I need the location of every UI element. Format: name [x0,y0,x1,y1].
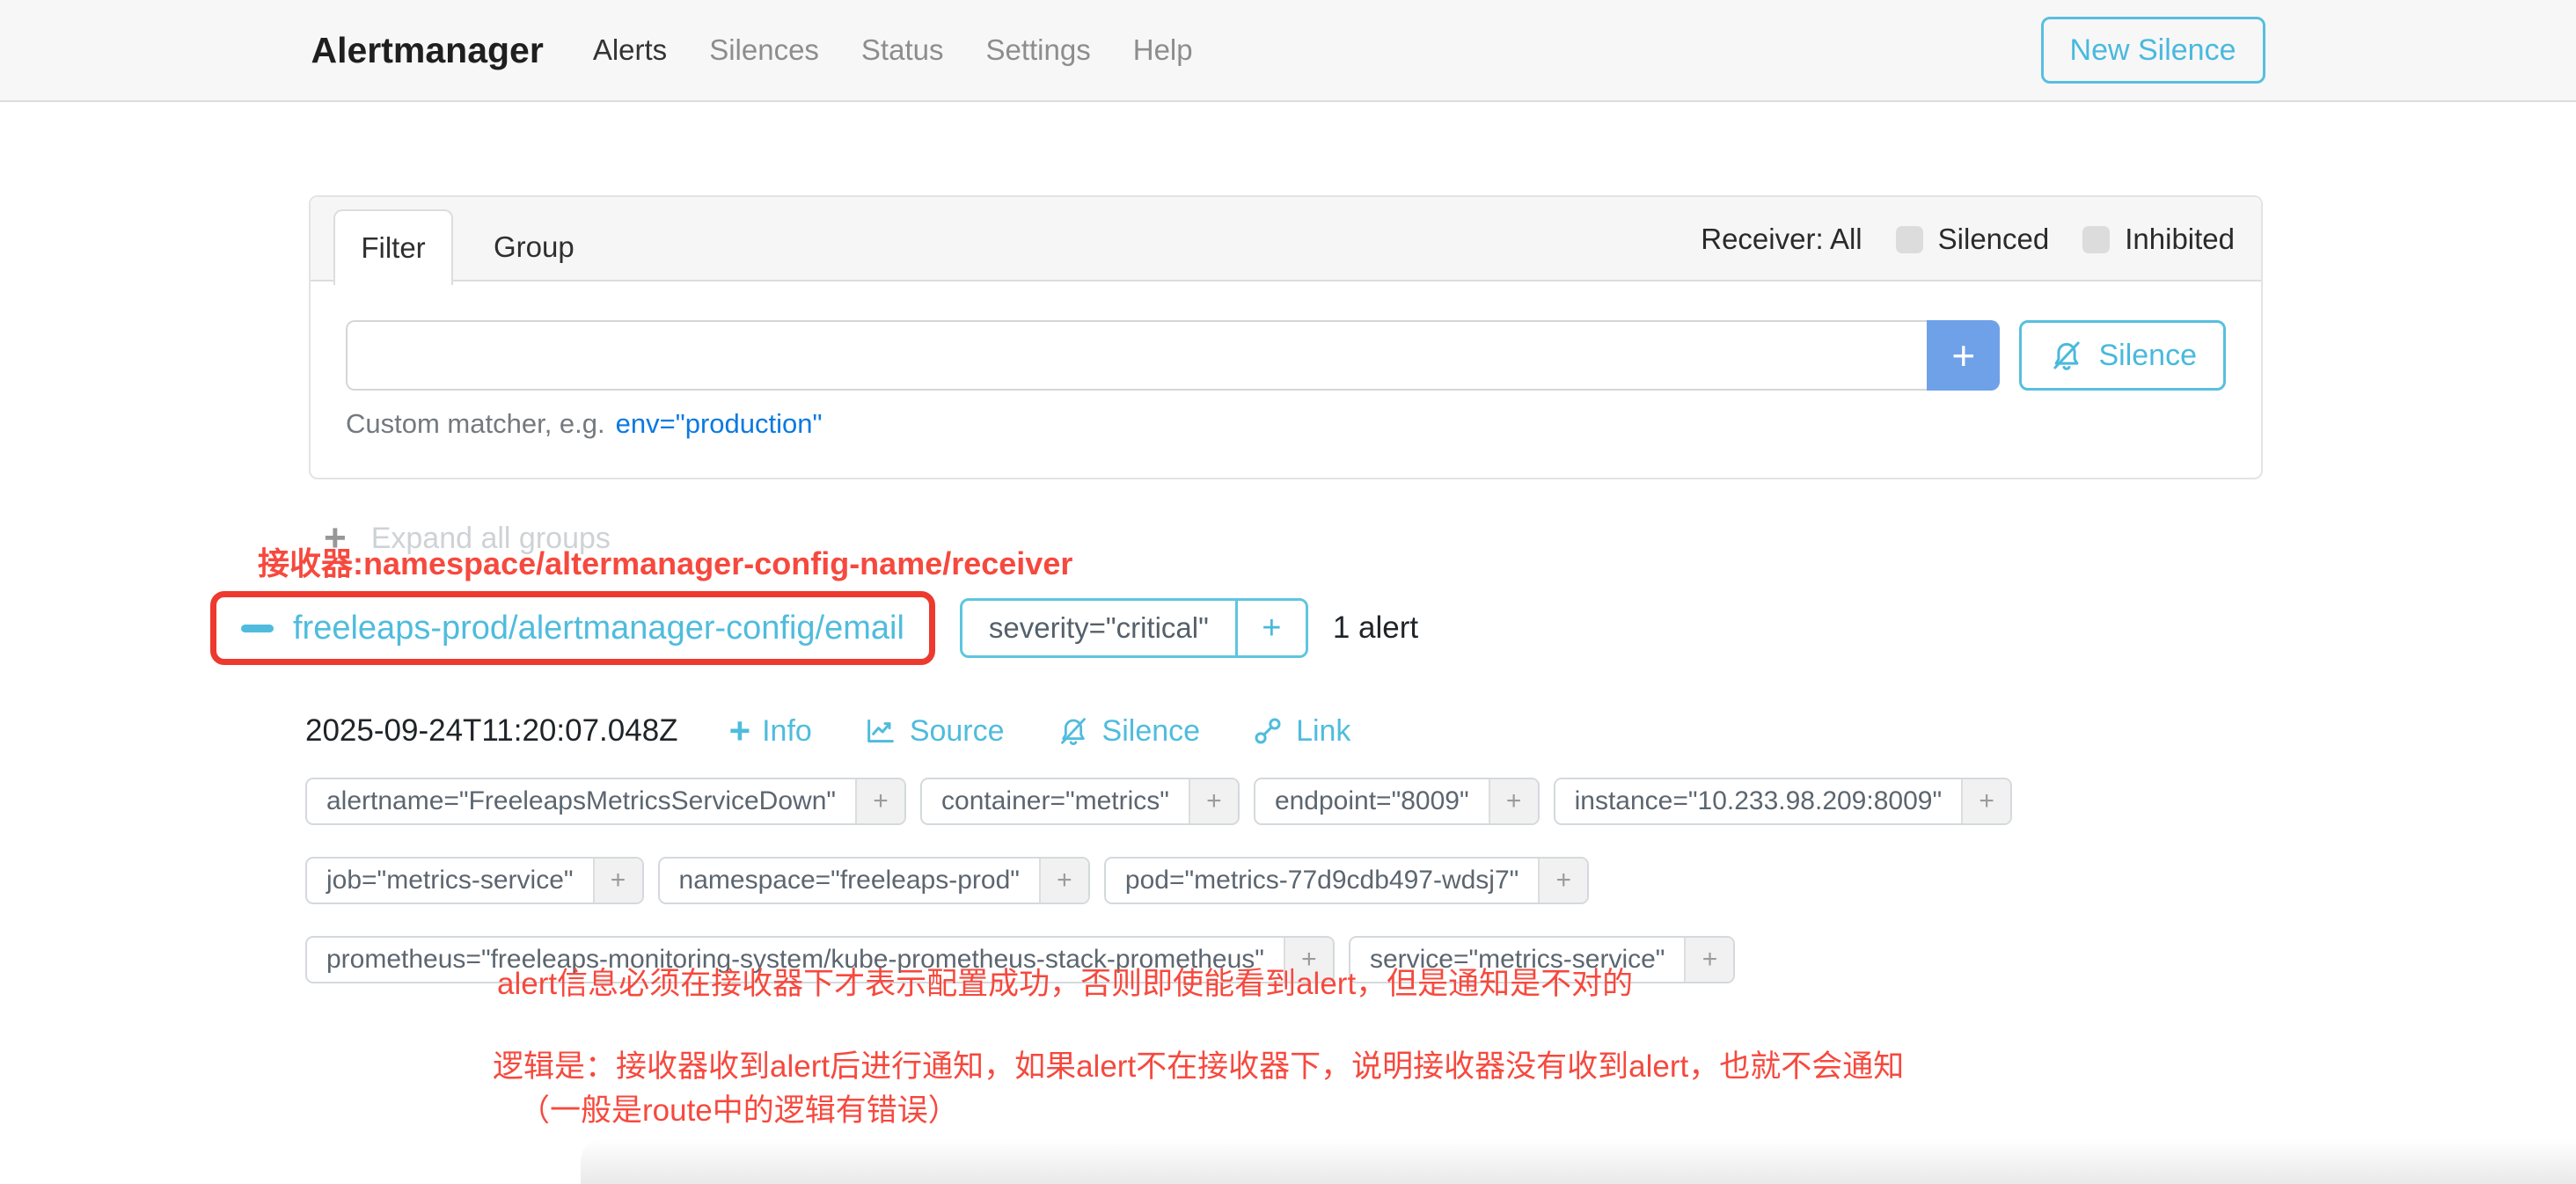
annotation-logic-line1: 逻辑是：接收器收到alert后进行通知，如果alert不在接收器下，说明接收器没… [493,1045,1904,1089]
app-brand: Alertmanager [311,30,544,71]
add-filter-button[interactable]: + [1189,779,1238,823]
hint-text: Custom matcher, e.g. [346,408,605,440]
add-filter-button[interactable]: + [1039,859,1088,903]
alert-start-time: 2025-09-24T11:20:07.048Z [305,713,678,749]
inhibited-checkbox[interactable] [2082,226,2110,253]
filter-card-body: + Silence Custom matcher, e.g. env="prod… [311,281,2261,440]
receiver-filter[interactable]: Receiver: All [1701,223,1862,256]
hint-example-link[interactable]: env="production" [616,408,823,440]
filter-card: Filter Group Receiver: All Silenced Inhi… [309,195,2263,479]
silence-filter-label: Silence [2098,339,2197,373]
bottom-shadow [581,1138,2576,1184]
nav-item-silences[interactable]: Silences [709,33,819,67]
receiver-path-label: freeleaps-prod/alertmanager-config/email [293,610,904,647]
label-tag-endpoint: endpoint="8009" + [1254,778,1540,825]
navbar-container: Alertmanager Alerts Silences Status Sett… [311,0,2265,100]
source-label: Source [910,714,1005,749]
group-matcher-label[interactable]: severity="critical" [962,601,1235,655]
annotation-logic-line2: （一般是route中的逻辑有错误） [493,1089,1904,1133]
chart-icon [863,713,898,749]
silenced-checkbox-group[interactable]: Silenced [1896,223,2050,256]
filter-options: Receiver: All Silenced Inhibited [1701,197,2235,281]
silenced-label: Silenced [1938,223,2050,256]
tab-group[interactable]: Group [462,209,606,285]
silence-filter-button[interactable]: Silence [2019,320,2226,391]
bell-slash-icon [2048,337,2085,374]
label-text: pod="metrics-77d9cdb497-wdsj7" [1106,859,1538,903]
matcher-input-row: + Silence [346,320,2226,391]
annotation-logic-note: 逻辑是：接收器收到alert后进行通知，如果alert不在接收器下，说明接收器没… [493,1045,1904,1133]
bell-slash-icon [1056,713,1091,749]
nav-item-help[interactable]: Help [1133,33,1193,67]
filter-card-header: Filter Group Receiver: All Silenced Inhi… [311,197,2261,281]
nav-item-status[interactable]: Status [861,33,944,67]
label-tag-alertname: alertname="FreeleapsMetricsServiceDown" … [305,778,906,825]
link-icon [1251,714,1284,748]
alert-count: 1 alert [1333,610,1418,646]
silence-label: Silence [1102,714,1201,749]
label-tag-job: job="metrics-service" + [305,857,644,904]
annotation-highlight-box: freeleaps-prod/alertmanager-config/email [210,591,935,665]
group-matcher-add-button[interactable]: + [1235,601,1306,655]
label-text: job="metrics-service" [307,859,593,903]
add-filter-button[interactable]: + [1961,779,2010,823]
alert-labels: alertname="FreeleapsMetricsServiceDown" … [305,778,2373,983]
label-tag-namespace: namespace="freeleaps-prod" + [658,857,1090,904]
group-matcher-tag: severity="critical" + [960,598,1308,658]
tab-filter[interactable]: Filter [333,209,453,285]
add-filter-button[interactable]: + [855,779,904,823]
add-filter-button[interactable]: + [593,859,642,903]
add-filter-button[interactable]: + [1538,859,1587,903]
matcher-hint: Custom matcher, e.g. env="production" [346,408,2226,440]
label-tag-pod: pod="metrics-77d9cdb497-wdsj7" + [1104,857,1589,904]
alert-generator-link[interactable]: Link [1251,714,1350,749]
info-label: Info [762,714,812,749]
inhibited-checkbox-group[interactable]: Inhibited [2082,223,2235,256]
annotation-alert-note: alert信息必须在接收器下才表示配置成功，否则即使能看到alert，但是通知是… [497,959,1633,1004]
alert-group-header: freeleaps-prod/alertmanager-config/email… [210,591,1418,665]
main-nav: Alerts Silences Status Settings Help [593,33,1193,67]
collapse-group-button[interactable]: freeleaps-prod/alertmanager-config/email [225,602,920,654]
label-tag-container: container="metrics" + [920,778,1240,825]
link-label: Link [1296,714,1350,749]
label-text: alertname="FreeleapsMetricsServiceDown" [307,779,855,823]
silenced-checkbox[interactable] [1896,226,1923,253]
top-navbar: Alertmanager Alerts Silences Status Sett… [0,0,2576,102]
label-text: namespace="freeleaps-prod" [660,859,1039,903]
alert-info-link[interactable]: + Info [729,713,812,749]
nav-item-settings[interactable]: Settings [985,33,1090,67]
add-filter-button[interactable]: + [1684,938,1733,982]
new-silence-button[interactable]: New Silence [2041,17,2265,84]
nav-item-alerts[interactable]: Alerts [593,33,667,67]
plus-icon: + [729,713,751,749]
label-text: container="metrics" [922,779,1189,823]
label-tag-instance: instance="10.233.98.209:8009" + [1554,778,2012,825]
annotation-receiver-note: 接收器:namespace/altermanager-config-name/r… [258,538,1072,584]
alert-source-link[interactable]: Source [863,713,1005,749]
add-filter-button[interactable]: + [1489,779,1538,823]
alert-silence-link[interactable]: Silence [1056,713,1201,749]
matcher-input[interactable] [346,320,1927,391]
minus-icon [241,625,274,632]
inhibited-label: Inhibited [2125,223,2235,256]
label-text: instance="10.233.98.209:8009" [1555,779,1961,823]
label-text: endpoint="8009" [1255,779,1489,823]
alert-meta-row: 2025-09-24T11:20:07.048Z + Info Source S… [305,713,1350,749]
add-matcher-button[interactable]: + [1927,320,2000,391]
